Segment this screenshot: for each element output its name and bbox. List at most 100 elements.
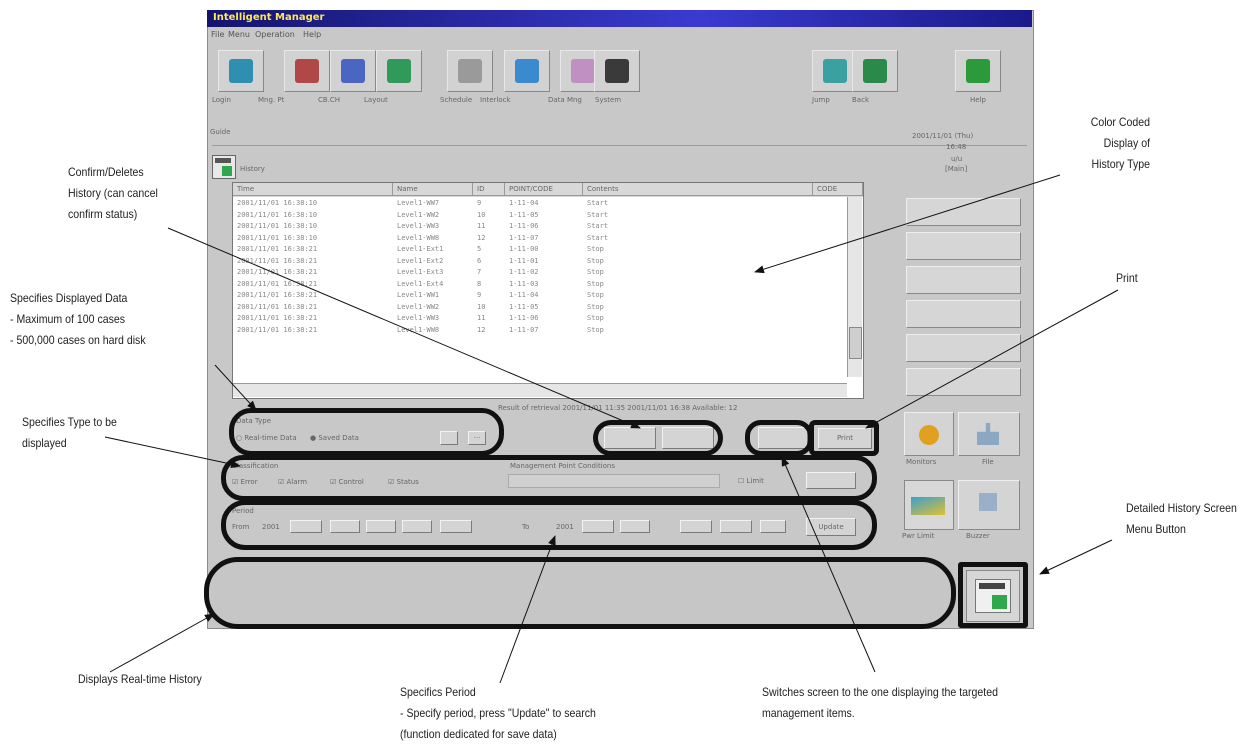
detailed-history-highlight [958,562,1028,628]
toolbar-button-mng-pt[interactable] [284,50,330,92]
table-row[interactable]: 2001/11/01 16:38:10 Level1-WW2 10 1-11-05 St… [233,211,847,221]
toolbar-button-layout[interactable] [376,50,422,92]
toolbar-button-system[interactable] [594,50,640,92]
table-cell: 9 [477,291,482,299]
title-bar: Intelligent Manager [207,10,1032,27]
column-header-name[interactable]: Name [393,183,473,196]
side-button-5[interactable] [906,334,1021,362]
retrieval-result-text: Result of retrieval 2001/11/01 11:35 200… [498,404,738,412]
table-cell: 1-11-07 [509,325,539,334]
table-cell: Level1-WW2 [397,210,440,219]
table-cell: Level1-WW2 [397,302,440,311]
back-icon [863,59,887,83]
buzzer-button[interactable] [958,480,1020,530]
vertical-scrollbar[interactable] [847,197,862,377]
toolbar-button-cb-ch[interactable] [330,50,376,92]
monitor-button[interactable] [904,412,954,456]
table-row[interactable]: 2001/11/01 16:38:21 Level1-WW1 9 1-11-04 Sto… [233,291,847,301]
side-button-3[interactable] [906,266,1021,294]
realtime-history-highlight [204,557,956,629]
annotation-color-coded: Color Coded Display of History Type [1090,115,1150,171]
column-header-time[interactable]: Time [233,183,393,196]
table-cell: 1-11-05 [509,302,539,311]
column-header-id[interactable]: ID [473,183,505,196]
menu-file[interactable]: File [211,30,224,39]
table-cell: Stop [587,291,604,299]
table-cell: Start [587,233,609,242]
table-cell: Level1-WW8 [397,325,440,334]
print-highlight [809,420,879,456]
table-cell: Level1-WW3 [397,314,440,322]
datetime-readout: 2001/11/01 (Thu) [912,132,974,140]
table-cell: Stop [587,256,604,265]
table-row[interactable]: 2001/11/01 16:38:10 Level1-WW3 11 1-11-06 St… [233,222,847,232]
history-tab-icon[interactable] [212,155,236,179]
table-cell: Stop [587,245,604,253]
table-cell: Stop [587,279,604,288]
table-row[interactable]: 2001/11/01 16:38:21 Level1-Ext3 7 1-11-02 St… [233,268,847,278]
toolbar-button-help[interactable] [955,50,1001,92]
table-cell: 1-11-01 [509,256,539,265]
menu-menu[interactable]: Menu [228,30,250,39]
management-point-icon [295,59,319,83]
side-button-1[interactable] [906,198,1021,226]
menu-help[interactable]: Help [303,30,321,39]
toolbar-button-login[interactable] [218,50,264,92]
data-management-icon [571,59,595,83]
file-label: File [982,458,994,466]
column-header-code[interactable]: CODE [813,183,863,196]
leader-realtime [109,613,215,673]
history-table: Time Name ID POINT/CODE Contents CODE 20… [232,182,864,399]
table-cell: Start [587,199,609,207]
table-row[interactable]: 2001/11/01 16:38:21 Level1-WW3 11 1-11-06 St… [233,314,847,324]
table-cell: 2001/11/01 16:38:21 [237,291,318,299]
toolbar-label: Interlock [480,96,511,104]
user-readout: u/u [951,155,963,163]
toolbar-label: Help [970,96,986,104]
scrollbar-thumb[interactable] [849,327,862,359]
table-cell: Level1-Ext2 [397,256,444,265]
table-row[interactable]: 2001/11/01 16:38:21 Level1-Ext2 6 1-11-01 St… [233,257,847,267]
monitor-lamp-icon [919,425,939,445]
annotation-confirm-delete: Confirm/Deletes History (can cancel confir… [68,165,158,221]
toolbar-button-back[interactable] [852,50,898,92]
file-icon [977,423,999,445]
table-row[interactable]: 2001/11/01 16:38:21 Level1-Ext4 8 1-11-03 St… [233,280,847,290]
toolbar-label: Login [212,96,231,104]
toolbar-button-interlock[interactable] [504,50,550,92]
table-cell: 10 [477,302,486,311]
side-button-6[interactable] [906,368,1021,396]
menu-operation[interactable]: Operation [255,30,295,39]
table-cell: 2001/11/01 16:38:21 [237,302,318,311]
toolbar-label: Mng. Pt [258,96,285,104]
table-cell: Level1-WW3 [397,222,440,230]
toolbar-label: Jump [812,96,830,104]
file-button[interactable] [958,412,1020,456]
table-row[interactable]: 2001/11/01 16:38:10 Level1-WW7 9 1-11-04 Sta… [233,199,847,209]
table-cell: 8 [477,279,482,288]
window-title: Intelligent Manager [213,12,325,23]
history-tab-label[interactable]: History [240,165,265,173]
annotation-type-displayed: Specifies Type to be displayed [22,415,117,450]
table-row[interactable]: 2001/11/01 16:38:10 Level1-WW8 12 1-11-07 St… [233,234,847,244]
table-row[interactable]: 2001/11/01 16:38:21 Level1-Ext1 5 1-11-00 St… [233,245,847,255]
table-cell: Level1-Ext3 [397,268,444,276]
toolbar-label: System [595,96,622,104]
power-limit-button[interactable] [904,480,954,530]
table-row[interactable]: 2001/11/01 16:38:21 Level1-WW2 10 1-11-05 St… [233,303,847,313]
side-button-2[interactable] [906,232,1021,260]
column-header-contents[interactable]: Contents [583,183,813,196]
toolbar-button-schedule[interactable] [447,50,493,92]
column-header-point-code[interactable]: POINT/CODE [505,183,583,196]
table-row[interactable]: 2001/11/01 16:38:21 Level1-WW8 12 1-11-07 St… [233,326,847,336]
toolbar-label: Back [852,96,869,104]
horizontal-scrollbar[interactable] [233,383,847,397]
table-cell: 2001/11/01 16:38:21 [237,268,318,276]
table-cell: Stop [587,268,604,276]
guide-label: Guide [210,128,231,136]
table-cell: 9 [477,199,482,207]
side-button-4[interactable] [906,300,1021,328]
toolbar-label: Layout [364,96,388,104]
toolbar-label: Data Mng [548,96,582,104]
period-highlight [221,500,877,550]
